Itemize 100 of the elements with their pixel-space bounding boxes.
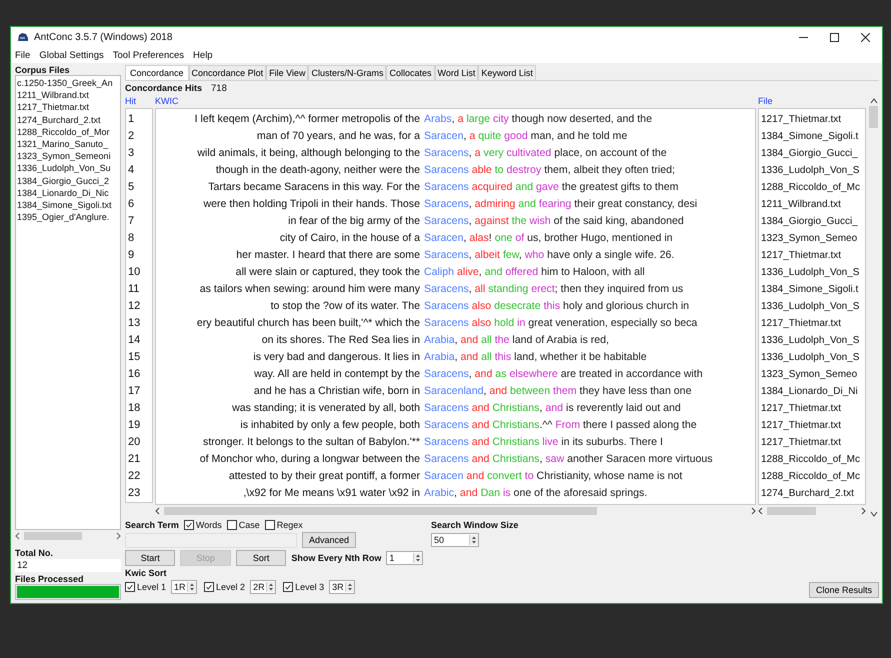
hit-number: 16 bbox=[128, 367, 142, 382]
checkbox[interactable]: Regex bbox=[264, 520, 303, 530]
chevron-right-icon[interactable] bbox=[115, 532, 121, 540]
left-context: all were slain or captured, they took the bbox=[234, 265, 421, 280]
menu-item[interactable]: Help bbox=[193, 50, 213, 60]
spin-arrows-icon[interactable] bbox=[345, 582, 354, 592]
chevron-left-icon[interactable] bbox=[758, 507, 764, 515]
tab[interactable]: Word List bbox=[434, 65, 478, 80]
search-term-label: Search Term bbox=[125, 520, 179, 530]
hit-number: 4 bbox=[128, 163, 136, 178]
file-name: 1217_Thietmar.txt bbox=[761, 419, 842, 433]
chevron-left-icon[interactable] bbox=[15, 532, 21, 540]
file-list-item[interactable]: 1395_Ogier_d'Anglure. bbox=[17, 211, 119, 224]
file-list-item[interactable]: 1274_Burchard_2.txt bbox=[17, 114, 119, 126]
file-list-item[interactable]: 1211_Wilbrand.txt bbox=[17, 89, 119, 102]
checkbox[interactable]: Case bbox=[226, 520, 260, 530]
tab[interactable]: Keyword List bbox=[478, 65, 536, 80]
maximize-icon[interactable] bbox=[830, 32, 839, 42]
left-context: wild animals, it being, although belonging to the bbox=[196, 146, 421, 161]
right-context: Saracens, against the wish of the said king, abandoned bbox=[424, 214, 684, 229]
chevron-left-icon[interactable] bbox=[155, 507, 161, 515]
checkbox[interactable]: Level 3 bbox=[283, 582, 324, 592]
left-context: man of 70 years, and he was, for a bbox=[256, 129, 421, 144]
right-context: Arabia, and all this land, whether it be habitable bbox=[424, 350, 647, 365]
file-list-item[interactable]: 1384_Lionardo_Di_Nic bbox=[17, 186, 119, 200]
file-name: 1211_Wilbrand.txt bbox=[761, 198, 842, 212]
horizontal-scrollbar[interactable] bbox=[15, 530, 121, 542]
chevron-down-icon[interactable] bbox=[870, 511, 878, 517]
action-button[interactable]: Start bbox=[125, 550, 176, 566]
scroll-thumb[interactable] bbox=[869, 106, 878, 128]
tab[interactable]: Concordance bbox=[125, 65, 189, 80]
right-context: Saracens, a very cultivated place, on account of the bbox=[424, 146, 667, 161]
column-header[interactable]: Hit bbox=[125, 96, 153, 108]
spin-arrows-icon[interactable] bbox=[187, 582, 196, 592]
check-icon bbox=[205, 583, 214, 591]
close-icon[interactable] bbox=[861, 32, 870, 42]
spinner-field[interactable]: 2R bbox=[250, 580, 276, 594]
file-list-item[interactable]: c.1250-1350_Greek_An bbox=[17, 77, 119, 90]
file-list-item[interactable]: 1323_Symon_Semeoni bbox=[17, 150, 119, 162]
clone-results-button[interactable]: Clone Results bbox=[808, 582, 879, 598]
menu-item[interactable]: Global Settings bbox=[39, 50, 104, 60]
hit-number: 22 bbox=[128, 469, 142, 484]
tab[interactable]: Clusters/N-Grams bbox=[308, 65, 386, 80]
file-list-item[interactable]: 1384_Giorgio_Gucci_2 bbox=[17, 174, 119, 187]
file-list-item[interactable]: 1321_Marino_Sanuto_ bbox=[17, 138, 119, 150]
chevron-right-icon[interactable] bbox=[750, 507, 756, 515]
right-context: Saracens and Christians.^^ From there I passed along the bbox=[424, 418, 697, 433]
file-name: 1217_Thietmar.txt bbox=[761, 249, 842, 263]
spin-arrows-icon[interactable] bbox=[413, 553, 422, 563]
checkbox[interactable]: Words bbox=[184, 520, 222, 530]
left-context: I left keqem (Archim),^^ former metropolis of the bbox=[194, 112, 421, 127]
right-context: Saracens and Christians, and is reverently laid out and bbox=[424, 401, 681, 416]
file-name: 1217_Thietmar.txt bbox=[761, 402, 842, 416]
column-header[interactable]: File bbox=[758, 96, 866, 108]
action-button[interactable]: Sort bbox=[236, 550, 286, 566]
kwic-sort-label: Kwic Sort bbox=[125, 568, 168, 578]
right-context: Saracens also hold in great veneration, especially so beca bbox=[424, 316, 698, 331]
hit-number: 10 bbox=[128, 265, 142, 280]
advanced-button[interactable]: Advanced bbox=[302, 532, 356, 548]
spinner-field[interactable]: 1 bbox=[386, 551, 423, 565]
menu-item[interactable]: File bbox=[15, 50, 30, 60]
file-name: 1288_Riccoldo_of_Mc bbox=[761, 181, 861, 195]
spinner-field[interactable]: 3R bbox=[329, 580, 356, 594]
hit-number: 5 bbox=[128, 180, 136, 195]
spin-arrows-icon[interactable] bbox=[266, 582, 276, 592]
hits-label: Concordance Hits bbox=[125, 83, 202, 94]
chevron-right-icon[interactable] bbox=[860, 507, 866, 515]
horizontal-scrollbar[interactable] bbox=[155, 505, 756, 517]
checkbox[interactable]: Level 2 bbox=[204, 582, 246, 592]
app-icon bbox=[17, 32, 29, 42]
tab[interactable]: Collocates bbox=[386, 65, 434, 80]
file-name: 1323_Symon_Semeo bbox=[761, 232, 858, 246]
vertical-scrollbar[interactable] bbox=[868, 96, 879, 517]
tab[interactable]: File View bbox=[266, 65, 308, 80]
left-context: to stop the ?ow of its water. The bbox=[270, 299, 421, 314]
horizontal-scrollbar[interactable] bbox=[758, 505, 866, 517]
file-name: 1217_Thietmar.txt bbox=[761, 317, 842, 331]
right-context: Saracens acquired and gave the greatest gifts to them bbox=[424, 180, 678, 195]
left-context: though in the death-agony, neither were the bbox=[214, 163, 421, 178]
left-context: ,\x92 for Me means \x91 water \x92 in bbox=[242, 486, 421, 501]
spinner-field[interactable]: 50 bbox=[431, 533, 479, 547]
total-label: Total No. bbox=[15, 548, 54, 558]
right-context: Saracens, albeit few, who have only a single wife. 26. bbox=[424, 248, 674, 263]
file-list-item[interactable]: 1288_Riccoldo_of_Mor bbox=[17, 126, 119, 138]
checkbox[interactable]: Level 1 bbox=[125, 582, 166, 592]
file-list-item[interactable]: 1336_Ludolph_Von_Su bbox=[17, 162, 119, 175]
column-header[interactable]: KWIC bbox=[155, 96, 756, 108]
file-list-item[interactable]: 1384_Simone_Sigoli.txt bbox=[17, 199, 119, 212]
file-list-item[interactable]: 1217_Thietmar.txt bbox=[17, 101, 119, 114]
spin-arrows-icon[interactable] bbox=[469, 535, 478, 545]
right-context: Arabia, and all the land of Arabia is red, bbox=[424, 333, 609, 348]
chevron-up-icon[interactable] bbox=[870, 98, 878, 104]
right-context: Saracens, all standing erect; then they inquired from us bbox=[424, 282, 684, 297]
hit-number: 13 bbox=[128, 316, 142, 331]
menu-item[interactable]: Tool Preferences bbox=[112, 50, 184, 60]
right-context: Saracen and convert to Christianity, whose name is not bbox=[424, 469, 682, 484]
tab[interactable]: Concordance Plot bbox=[188, 65, 266, 80]
hit-number: 9 bbox=[128, 248, 136, 263]
spinner-field[interactable]: 1R bbox=[171, 580, 198, 594]
hit-number: 11 bbox=[128, 282, 140, 297]
